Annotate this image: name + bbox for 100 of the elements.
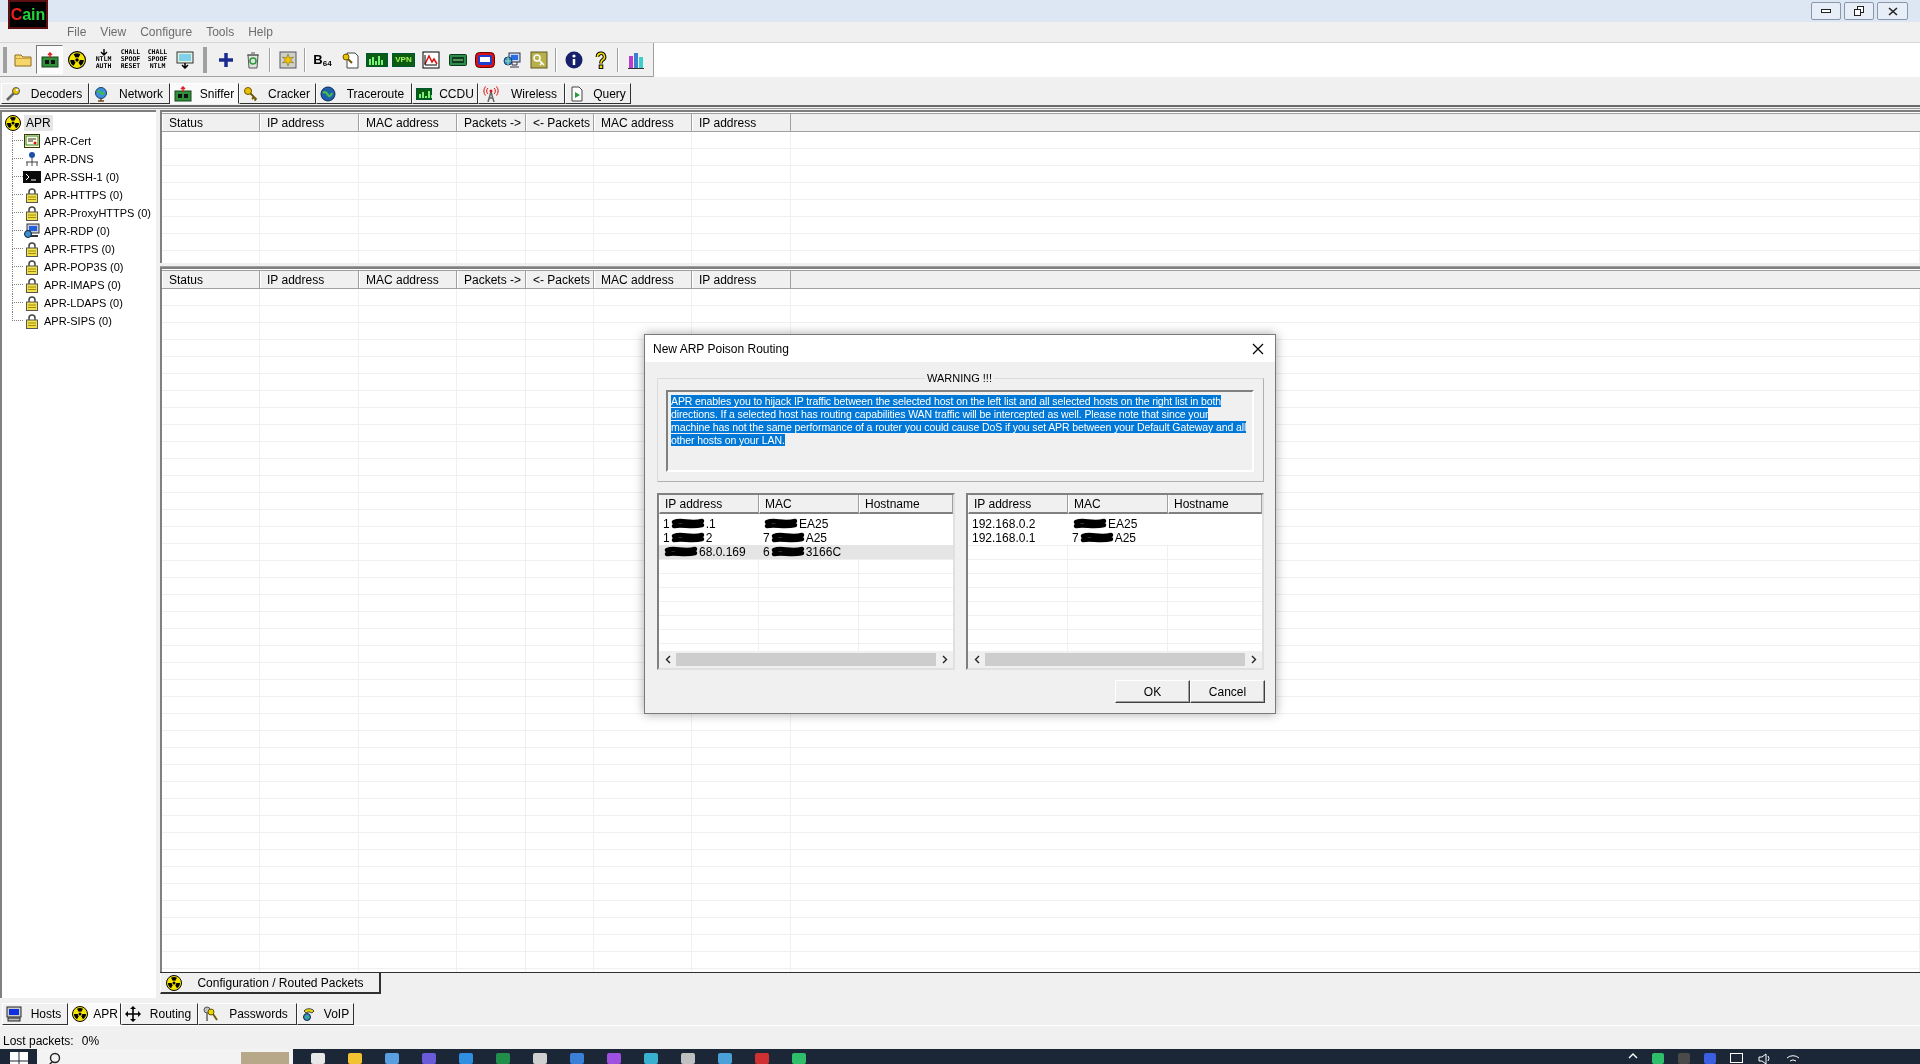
search-icon [49, 1052, 61, 1064]
horizontal-scrollbar[interactable] [968, 651, 1262, 668]
column-header[interactable]: IP address [692, 271, 791, 288]
app-tile-icon [347, 1053, 362, 1064]
status-label: Lost packets: [3, 1032, 74, 1050]
cell-text: 7 [1072, 531, 1079, 545]
column-header[interactable]: IP address [260, 114, 359, 131]
radiation-icon [166, 974, 182, 991]
tab[interactable]: CCDU [412, 83, 478, 104]
column-header[interactable]: MAC [1068, 495, 1168, 514]
menu-item[interactable]: Configure [133, 23, 200, 41]
scribble-icon [664, 546, 698, 558]
phone-icon [301, 1006, 317, 1022]
wrench-icon [5, 85, 21, 102]
lock-icon [24, 205, 39, 221]
column-header[interactable]: Status [162, 114, 260, 131]
scrollbar-thumb[interactable] [985, 653, 1245, 666]
tab[interactable]: Hosts [2, 1003, 68, 1025]
menu-item[interactable]: File [60, 23, 94, 41]
tab[interactable]: Cracker [239, 83, 316, 104]
column-header[interactable]: MAC address [594, 114, 692, 131]
tab[interactable]: Traceroute [316, 83, 412, 104]
column-header[interactable]: Packets -> [457, 114, 526, 131]
cell-text: .1 [705, 517, 716, 531]
app-tile-icon [643, 1053, 658, 1064]
toolbar-button[interactable]: VPN [390, 45, 417, 74]
tree-item[interactable]: APR-LDAPS (0) [43, 295, 124, 311]
tree-item[interactable]: APR-POP3S (0) [43, 259, 125, 275]
scribble-icon [670, 518, 705, 530]
app-tile-icon [384, 1053, 399, 1064]
tab[interactable]: APR [68, 1003, 121, 1025]
tab[interactable]: Wireless [478, 83, 565, 104]
dialog-button[interactable]: Cancel [1190, 680, 1265, 703]
menu-item[interactable]: View [93, 23, 134, 41]
tab[interactable]: Routing [121, 1003, 198, 1025]
key-icon [340, 50, 359, 69]
keys-icon [202, 1006, 218, 1022]
app-tile-icon [1704, 1053, 1716, 1064]
toolbar-button[interactable]: B$_{64}$ [309, 45, 336, 74]
menu-item[interactable]: Help [241, 23, 280, 41]
column-header[interactable]: MAC address [359, 114, 457, 131]
minimize-icon [1821, 9, 1831, 13]
tree-item[interactable]: APR-RDP (0) [43, 223, 111, 239]
column-header[interactable]: Status [162, 271, 260, 288]
list-row[interactable]: 68.0.169 6 3166C [659, 545, 953, 559]
info-icon [564, 50, 583, 69]
tree-item[interactable]: APR-DNS [43, 151, 95, 167]
tab[interactable]: VoIP [297, 1003, 354, 1025]
column-header[interactable]: IP address [692, 114, 791, 131]
tree-item[interactable]: APR-HTTPS (0) [43, 187, 124, 203]
speaker-icon [1758, 1053, 1772, 1064]
menu-item[interactable]: Tools [199, 23, 242, 41]
tree-item[interactable]: APR-SSH-1 (0) [43, 169, 121, 185]
cell-text: 6 [763, 545, 770, 559]
column-header[interactable]: <- Packets [526, 271, 594, 288]
circuit-board-icon [40, 51, 59, 68]
cell-text: 192.168.0.1 [972, 531, 1036, 545]
scrollbar-thumb[interactable] [676, 653, 936, 666]
tab[interactable]: Configuration / Routed Packets [160, 973, 381, 994]
column-header[interactable]: IP address [659, 495, 759, 514]
minimize-button[interactable] [1811, 2, 1841, 20]
column-header[interactable]: <- Packets [526, 114, 594, 131]
search-field[interactable] [37, 1049, 293, 1064]
column-header[interactable]: MAC [759, 495, 859, 514]
app-tile-icon [532, 1053, 547, 1064]
tree-item[interactable]: APR-ProxyHTTPS (0) [43, 205, 152, 221]
column-header[interactable]: Hostname [1168, 495, 1262, 514]
certificate-icon [23, 134, 40, 148]
tab[interactable]: Query [565, 83, 631, 104]
card-icon [448, 53, 467, 66]
tree-item[interactable]: APR [24, 115, 53, 131]
chevron-right-icon [1250, 655, 1257, 664]
restore-icon [1854, 6, 1864, 16]
toolbar-button[interactable] [36, 45, 63, 74]
cell-text: 1 [663, 517, 670, 531]
restore-button[interactable] [1844, 2, 1874, 20]
lock-icon [24, 295, 39, 311]
tab[interactable]: Network [89, 83, 170, 104]
tree-item[interactable]: APR-FTPS (0) [43, 241, 116, 257]
dialog-button[interactable]: OK [1115, 680, 1190, 703]
column-header[interactable]: Packets -> [457, 271, 526, 288]
tab[interactable]: Sniffer [170, 83, 239, 104]
column-header[interactable]: IP address [968, 495, 1068, 514]
tree-item[interactable]: APR-IMAPS (0) [43, 277, 122, 293]
column-header[interactable]: IP address [260, 271, 359, 288]
column-header[interactable]: MAC address [594, 271, 692, 288]
tree-item[interactable]: APR-Cert [43, 133, 93, 149]
close-button[interactable] [1877, 2, 1908, 20]
tree-item[interactable]: APR-SIPS (0) [43, 313, 113, 329]
horizontal-scrollbar[interactable] [659, 651, 953, 668]
cell-text: EA25 [799, 517, 829, 531]
column-header[interactable]: Hostname [859, 495, 953, 514]
computer-icon [23, 223, 40, 239]
column-header[interactable]: MAC address [359, 271, 457, 288]
tab[interactable]: Decoders [1, 83, 89, 104]
lock-icon [24, 313, 39, 329]
key-icon [243, 85, 259, 102]
folder-icon [13, 52, 32, 67]
tab[interactable]: Passwords [198, 1003, 297, 1025]
cell-text: 192.168.0.2 [972, 517, 1036, 531]
